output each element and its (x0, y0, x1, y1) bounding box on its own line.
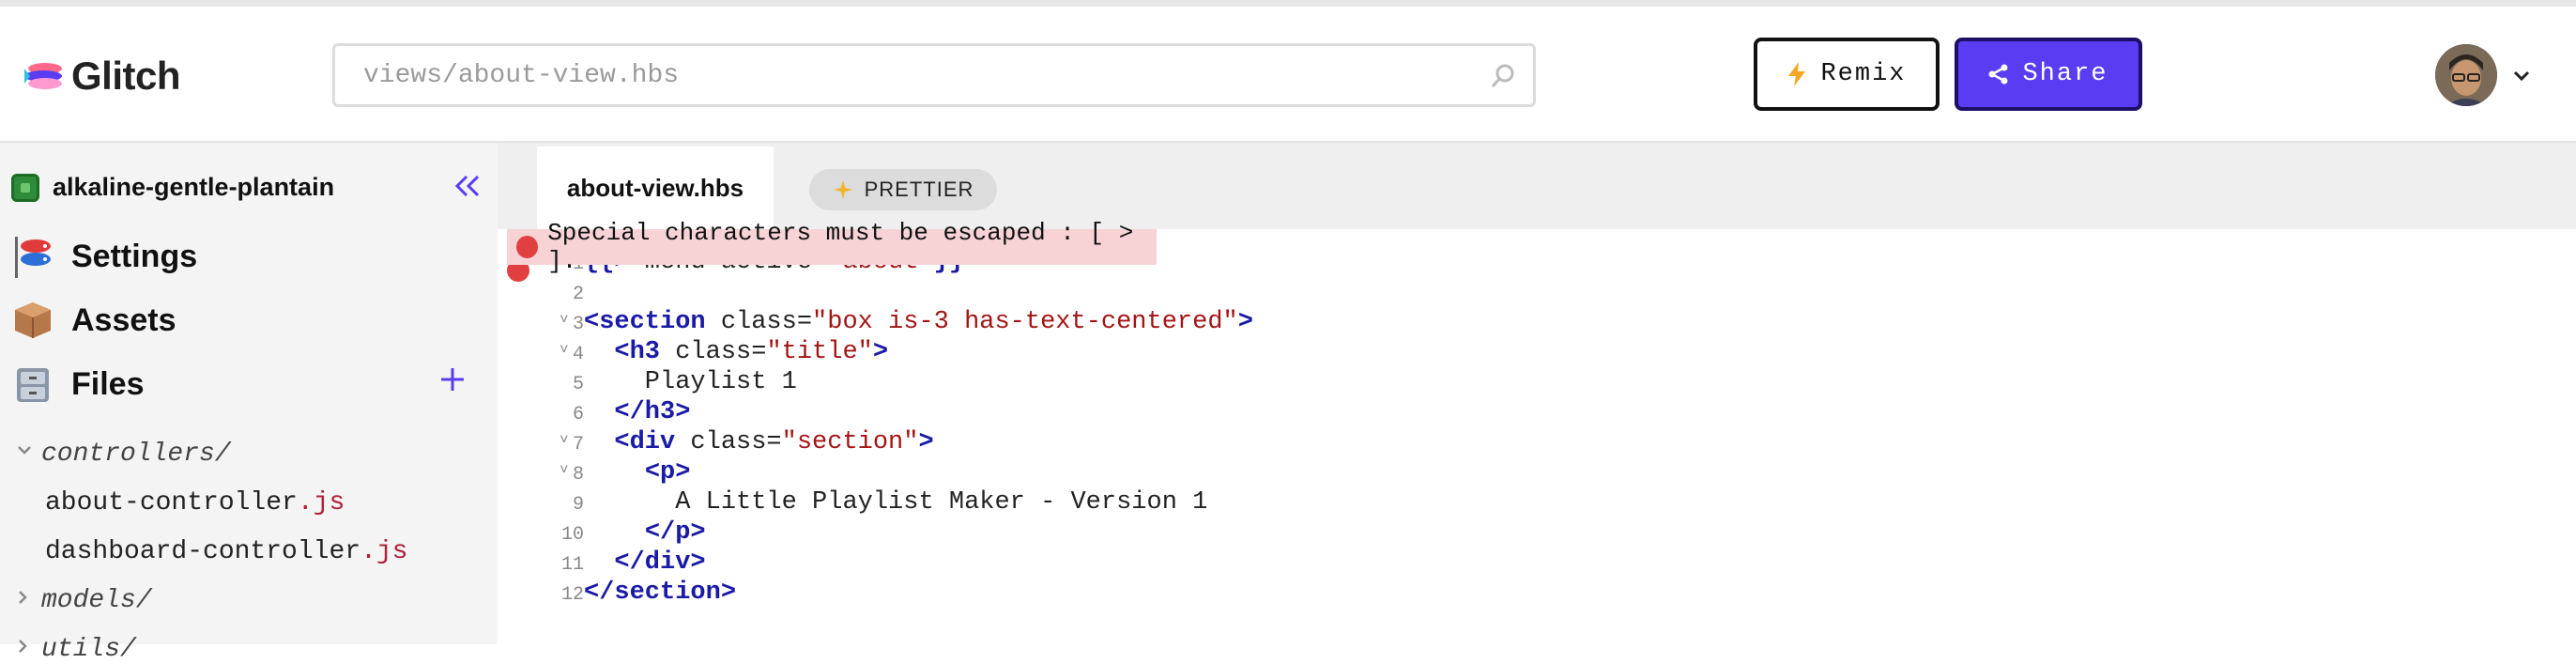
folder-label: utils/ (41, 635, 136, 664)
tree-folder-models[interactable]: models/ (41, 586, 152, 615)
search-icon[interactable] (1488, 61, 1518, 91)
share-button[interactable]: Share (1955, 38, 2142, 111)
sidebar: alkaline-gentle-plantain Settings Assets (0, 143, 498, 664)
error-banner: Special characters must be escaped : [ >… (507, 219, 1157, 275)
share-icon (1988, 64, 2008, 85)
code-text: A Little Playlist Maker - Version 1 (584, 488, 1208, 517)
tab-about-view[interactable]: about-view.hbs (537, 147, 774, 229)
sidebar-item-assets[interactable]: Assets (11, 299, 176, 342)
chevron-right-icon[interactable] (13, 588, 32, 607)
fold-chevron-icon[interactable]: ˅ (560, 342, 569, 359)
lightning-icon (1788, 62, 1806, 86)
avatar-image (2435, 44, 2497, 106)
koi-fish-icon (15, 237, 51, 278)
tree-folder-controllers[interactable]: controllers/ (41, 440, 231, 469)
line-number: 12 (560, 584, 584, 606)
line-number: 5 (572, 374, 584, 395)
file-extension: .js (360, 537, 408, 566)
code-text: </p> (644, 518, 706, 547)
user-avatar[interactable] (2435, 44, 2497, 106)
share-label: Share (2022, 60, 2108, 88)
code-text: <section class="box is-3 has-text-center… (584, 308, 1253, 336)
sparkles-icon (833, 180, 852, 199)
code-line[interactable]: 5 Playlist 1 (498, 368, 2576, 398)
add-file-icon[interactable] (436, 363, 469, 396)
line-number: 2 (572, 284, 584, 305)
code-editor[interactable]: Special characters must be escaped : [ >… (498, 219, 2576, 644)
code-line[interactable]: 6 </h3> (498, 398, 2576, 428)
search-value: views/about-view.hbs (363, 60, 680, 90)
glitch-fish-icon (24, 63, 62, 89)
sidebar-item-files[interactable]: Files (11, 363, 144, 406)
remix-label: Remix (1820, 60, 1907, 88)
folder-label: models/ (41, 586, 152, 615)
code-text: Playlist 1 (584, 368, 797, 396)
editor-tab-bar: about-view.hbs PRETTIER (498, 143, 2576, 229)
code-line[interactable]: 2 (498, 278, 2576, 308)
top-border (0, 0, 2576, 7)
code-line[interactable]: 7 ˅ <div class="section"> (498, 428, 2576, 458)
fold-chevron-icon[interactable]: ˅ (560, 432, 569, 449)
tree-file-about-controller[interactable]: about-controller.js (45, 488, 345, 517)
chevron-down-icon[interactable] (2510, 65, 2533, 87)
sidebar-item-label: Assets (71, 301, 176, 338)
code-text: <p> (644, 458, 691, 486)
package-icon (15, 302, 51, 338)
project-icon (11, 173, 39, 202)
file-label: about-controller (45, 488, 298, 517)
prettier-label: PRETTIER (864, 178, 974, 201)
file-cabinet-icon (17, 368, 49, 402)
code-line[interactable]: 11 </div> (498, 548, 2576, 579)
code-text: </section> (584, 579, 737, 607)
error-message: Special characters must be escaped : [ >… (547, 219, 1134, 275)
code-line[interactable]: 4 ˅ <h3 class="title"> (498, 338, 2576, 368)
line-number: 10 (560, 524, 584, 546)
tree-file-dashboard-controller[interactable]: dashboard-controller.js (45, 537, 407, 566)
header: Glitch views/about-view.hbs Remix Share (0, 7, 2576, 143)
code-line[interactable]: 12 </section> (498, 579, 2576, 609)
code-line[interactable]: 3 ˅ <section class="box is-3 has-text-cent… (498, 308, 2576, 338)
project-name: alkaline-gentle-plantain (53, 173, 335, 201)
code-line[interactable]: 8 ˅ <p> (498, 458, 2576, 488)
code-text: <h3 class="title"> (614, 338, 889, 366)
file-label: dashboard-controller (45, 537, 361, 566)
code-line[interactable]: 9 A Little Playlist Maker - Version 1 (498, 488, 2576, 518)
project-header[interactable]: alkaline-gentle-plantain (11, 173, 334, 202)
line-number: 11 (560, 554, 584, 576)
file-extension: .js (297, 488, 345, 517)
chevron-right-icon[interactable] (13, 637, 32, 656)
logo-text: Glitch (71, 54, 181, 98)
fold-chevron-icon[interactable]: ˅ (560, 462, 569, 479)
error-icon (516, 236, 539, 258)
code-text: <div class="section"> (614, 428, 934, 456)
code-text: </h3> (614, 398, 691, 426)
line-number: 6 (572, 404, 584, 425)
collapse-sidebar-icon[interactable] (451, 169, 484, 203)
sidebar-item-label: Settings (71, 238, 198, 274)
chevron-down-icon[interactable] (15, 441, 34, 460)
fold-chevron-icon[interactable]: ˅ (560, 312, 569, 329)
glitch-logo[interactable]: Glitch (23, 54, 181, 99)
sidebar-item-settings[interactable]: Settings (11, 235, 197, 278)
line-number: 9 (572, 494, 584, 516)
search-input[interactable]: views/about-view.hbs (332, 43, 1536, 107)
tree-folder-utils[interactable]: utils/ (41, 635, 136, 664)
prettier-button[interactable]: PRETTIER (809, 169, 997, 210)
folder-label: controllers/ (41, 440, 231, 469)
remix-button[interactable]: Remix (1754, 38, 1940, 111)
code-text: </div> (614, 548, 706, 577)
code-line[interactable]: 10 </p> (498, 518, 2576, 548)
sidebar-item-label: Files (71, 365, 145, 402)
